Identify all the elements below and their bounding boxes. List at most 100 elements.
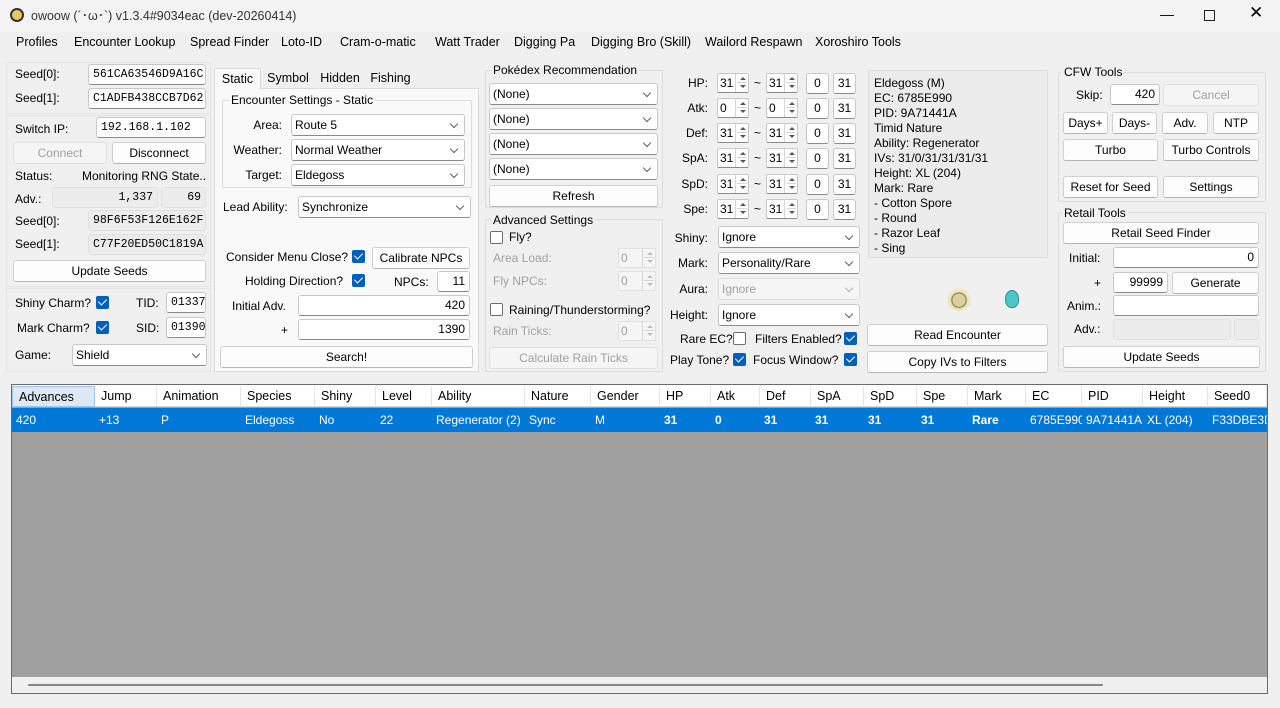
- iv-def-max-spinner[interactable]: 31: [766, 123, 798, 143]
- turbo-button[interactable]: Turbo: [1063, 139, 1158, 161]
- menu-wailord-respawn[interactable]: Wailord Respawn: [705, 35, 803, 49]
- iv-spd-low-value[interactable]: 0: [806, 174, 829, 195]
- search-button[interactable]: Search!: [220, 346, 473, 368]
- area-select[interactable]: Route 5: [291, 114, 465, 136]
- retail-initial-input[interactable]: 0: [1113, 247, 1259, 268]
- column-header-species[interactable]: Species: [241, 386, 315, 407]
- column-header-height[interactable]: Height: [1143, 386, 1208, 407]
- rare-ec-checkbox[interactable]: [733, 332, 746, 345]
- column-header-spa[interactable]: SpA: [811, 386, 864, 407]
- iv-hp-high-value[interactable]: 31: [833, 73, 856, 94]
- iv-hp-low-value[interactable]: 0: [806, 73, 829, 94]
- column-header-def[interactable]: Def: [760, 386, 811, 407]
- pokedex-select-2[interactable]: (None): [489, 108, 658, 130]
- column-header-seed0[interactable]: Seed0: [1208, 386, 1267, 407]
- column-header-ability[interactable]: Ability: [432, 386, 525, 407]
- minimize-icon[interactable]: —: [1160, 6, 1174, 22]
- switch-ip-input[interactable]: 192.168.1.102: [96, 117, 206, 138]
- connect-button[interactable]: Connect: [13, 142, 107, 164]
- range-input[interactable]: 1390: [298, 319, 470, 340]
- menu-xoroshiro-tools[interactable]: Xoroshiro Tools: [815, 35, 901, 49]
- calibrate-npcs-button[interactable]: Calibrate NPCs: [372, 247, 470, 269]
- seed0-input[interactable]: 561CA63546D9A16C: [88, 64, 206, 85]
- turbo-controls-button[interactable]: Turbo Controls: [1163, 139, 1259, 161]
- menu-loto-id[interactable]: Loto-ID: [281, 35, 322, 49]
- iv-spa-min-spinner[interactable]: 31: [717, 148, 749, 168]
- seed1-input[interactable]: C1ADFB438CCB7D62: [88, 88, 206, 109]
- iv-spe-min-spinner[interactable]: 31: [717, 199, 749, 219]
- copy-ivs-button[interactable]: Copy IVs to Filters: [867, 351, 1048, 373]
- mark-filter-select[interactable]: Personality/Rare: [718, 252, 860, 274]
- menu-cram-o-matic[interactable]: Cram-o-matic: [340, 35, 416, 49]
- adv-button[interactable]: Adv.: [1162, 112, 1208, 134]
- iv-atk-high-value[interactable]: 31: [833, 98, 856, 119]
- menu-watt-trader[interactable]: Watt Trader: [435, 35, 500, 49]
- pokedex-select-1[interactable]: (None): [489, 83, 658, 105]
- iv-spa-low-value[interactable]: 0: [806, 148, 829, 169]
- menu-digging-pa[interactable]: Digging Pa: [514, 35, 575, 49]
- iv-spd-min-spinner[interactable]: 31: [717, 174, 749, 194]
- iv-def-high-value[interactable]: 31: [833, 123, 856, 144]
- lead-ability-select[interactable]: Synchronize: [298, 196, 471, 218]
- iv-spa-max-spinner[interactable]: 31: [766, 148, 798, 168]
- iv-spd-max-spinner[interactable]: 31: [766, 174, 798, 194]
- column-header-hp[interactable]: HP: [660, 386, 711, 407]
- aura-filter-select[interactable]: Ignore: [718, 278, 860, 300]
- iv-atk-min-spinner[interactable]: 0: [717, 98, 749, 118]
- update-seeds-button[interactable]: Update Seeds: [13, 260, 206, 282]
- iv-atk-low-value[interactable]: 0: [806, 98, 829, 119]
- column-header-gender[interactable]: Gender: [591, 386, 660, 407]
- anim-input[interactable]: [1113, 295, 1259, 316]
- column-header-spe[interactable]: Spe: [917, 386, 968, 407]
- generate-button[interactable]: Generate: [1172, 272, 1259, 294]
- reset-for-seed-button[interactable]: Reset for Seed: [1063, 176, 1158, 198]
- fly-checkbox[interactable]: [490, 231, 503, 244]
- column-header-jump[interactable]: Jump: [95, 386, 157, 407]
- tab-hidden[interactable]: Hidden: [315, 68, 365, 89]
- days-minus-button[interactable]: Days-: [1112, 112, 1157, 134]
- rain-ticks-spinner[interactable]: 0: [618, 321, 656, 341]
- close-icon[interactable]: ✕: [1249, 4, 1263, 21]
- retail-seed-finder-button[interactable]: Retail Seed Finder: [1063, 222, 1259, 244]
- days-plus-button[interactable]: Days+: [1063, 112, 1108, 134]
- column-header-atk[interactable]: Atk: [711, 386, 760, 407]
- tab-fishing[interactable]: Fishing: [367, 68, 414, 89]
- menu-close-checkbox[interactable]: [352, 250, 365, 263]
- tab-symbol[interactable]: Symbol: [263, 68, 313, 89]
- area-load-spinner[interactable]: 0: [618, 248, 656, 268]
- cancel-button[interactable]: Cancel: [1163, 84, 1259, 106]
- focus-window-checkbox[interactable]: [844, 353, 857, 366]
- iv-spe-low-value[interactable]: 0: [806, 199, 829, 220]
- column-header-ec[interactable]: EC: [1026, 386, 1082, 407]
- iv-spd-high-value[interactable]: 31: [833, 174, 856, 195]
- iv-atk-max-spinner[interactable]: 0: [766, 98, 798, 118]
- disconnect-button[interactable]: Disconnect: [112, 142, 206, 164]
- column-header-shiny[interactable]: Shiny: [315, 386, 376, 407]
- game-select[interactable]: Shield: [72, 344, 207, 366]
- scrollbar-thumb[interactable]: [28, 684, 1103, 686]
- play-tone-checkbox[interactable]: [733, 353, 746, 366]
- mark-charm-checkbox[interactable]: [96, 321, 109, 334]
- column-header-level[interactable]: Level: [376, 386, 432, 407]
- column-header-spd[interactable]: SpD: [864, 386, 917, 407]
- column-header-animation[interactable]: Animation: [157, 386, 241, 407]
- column-header-advances[interactable]: Advances: [12, 386, 95, 407]
- shiny-filter-select[interactable]: Ignore: [718, 226, 860, 248]
- pokedex-select-3[interactable]: (None): [489, 133, 658, 155]
- raining-checkbox[interactable]: [490, 303, 503, 316]
- iv-spe-high-value[interactable]: 31: [833, 199, 856, 220]
- column-header-nature[interactable]: Nature: [525, 386, 591, 407]
- initial-adv-input[interactable]: 420: [298, 295, 470, 316]
- calculate-rain-ticks-button[interactable]: Calculate Rain Ticks: [489, 347, 658, 369]
- retail-update-seeds-button[interactable]: Update Seeds: [1063, 346, 1260, 368]
- pokedex-select-4[interactable]: (None): [489, 158, 658, 180]
- filters-enabled-checkbox[interactable]: [844, 332, 857, 345]
- refresh-button[interactable]: Refresh: [489, 185, 658, 207]
- column-header-pid[interactable]: PID: [1082, 386, 1143, 407]
- menu-digging-bro[interactable]: Digging Bro (Skill): [591, 35, 691, 49]
- menu-profiles[interactable]: Profiles: [16, 35, 58, 49]
- iv-def-min-spinner[interactable]: 31: [717, 123, 749, 143]
- iv-hp-min-spinner[interactable]: 31: [717, 73, 749, 93]
- ntp-button[interactable]: NTP: [1213, 112, 1259, 134]
- skip-input[interactable]: 420: [1110, 84, 1160, 105]
